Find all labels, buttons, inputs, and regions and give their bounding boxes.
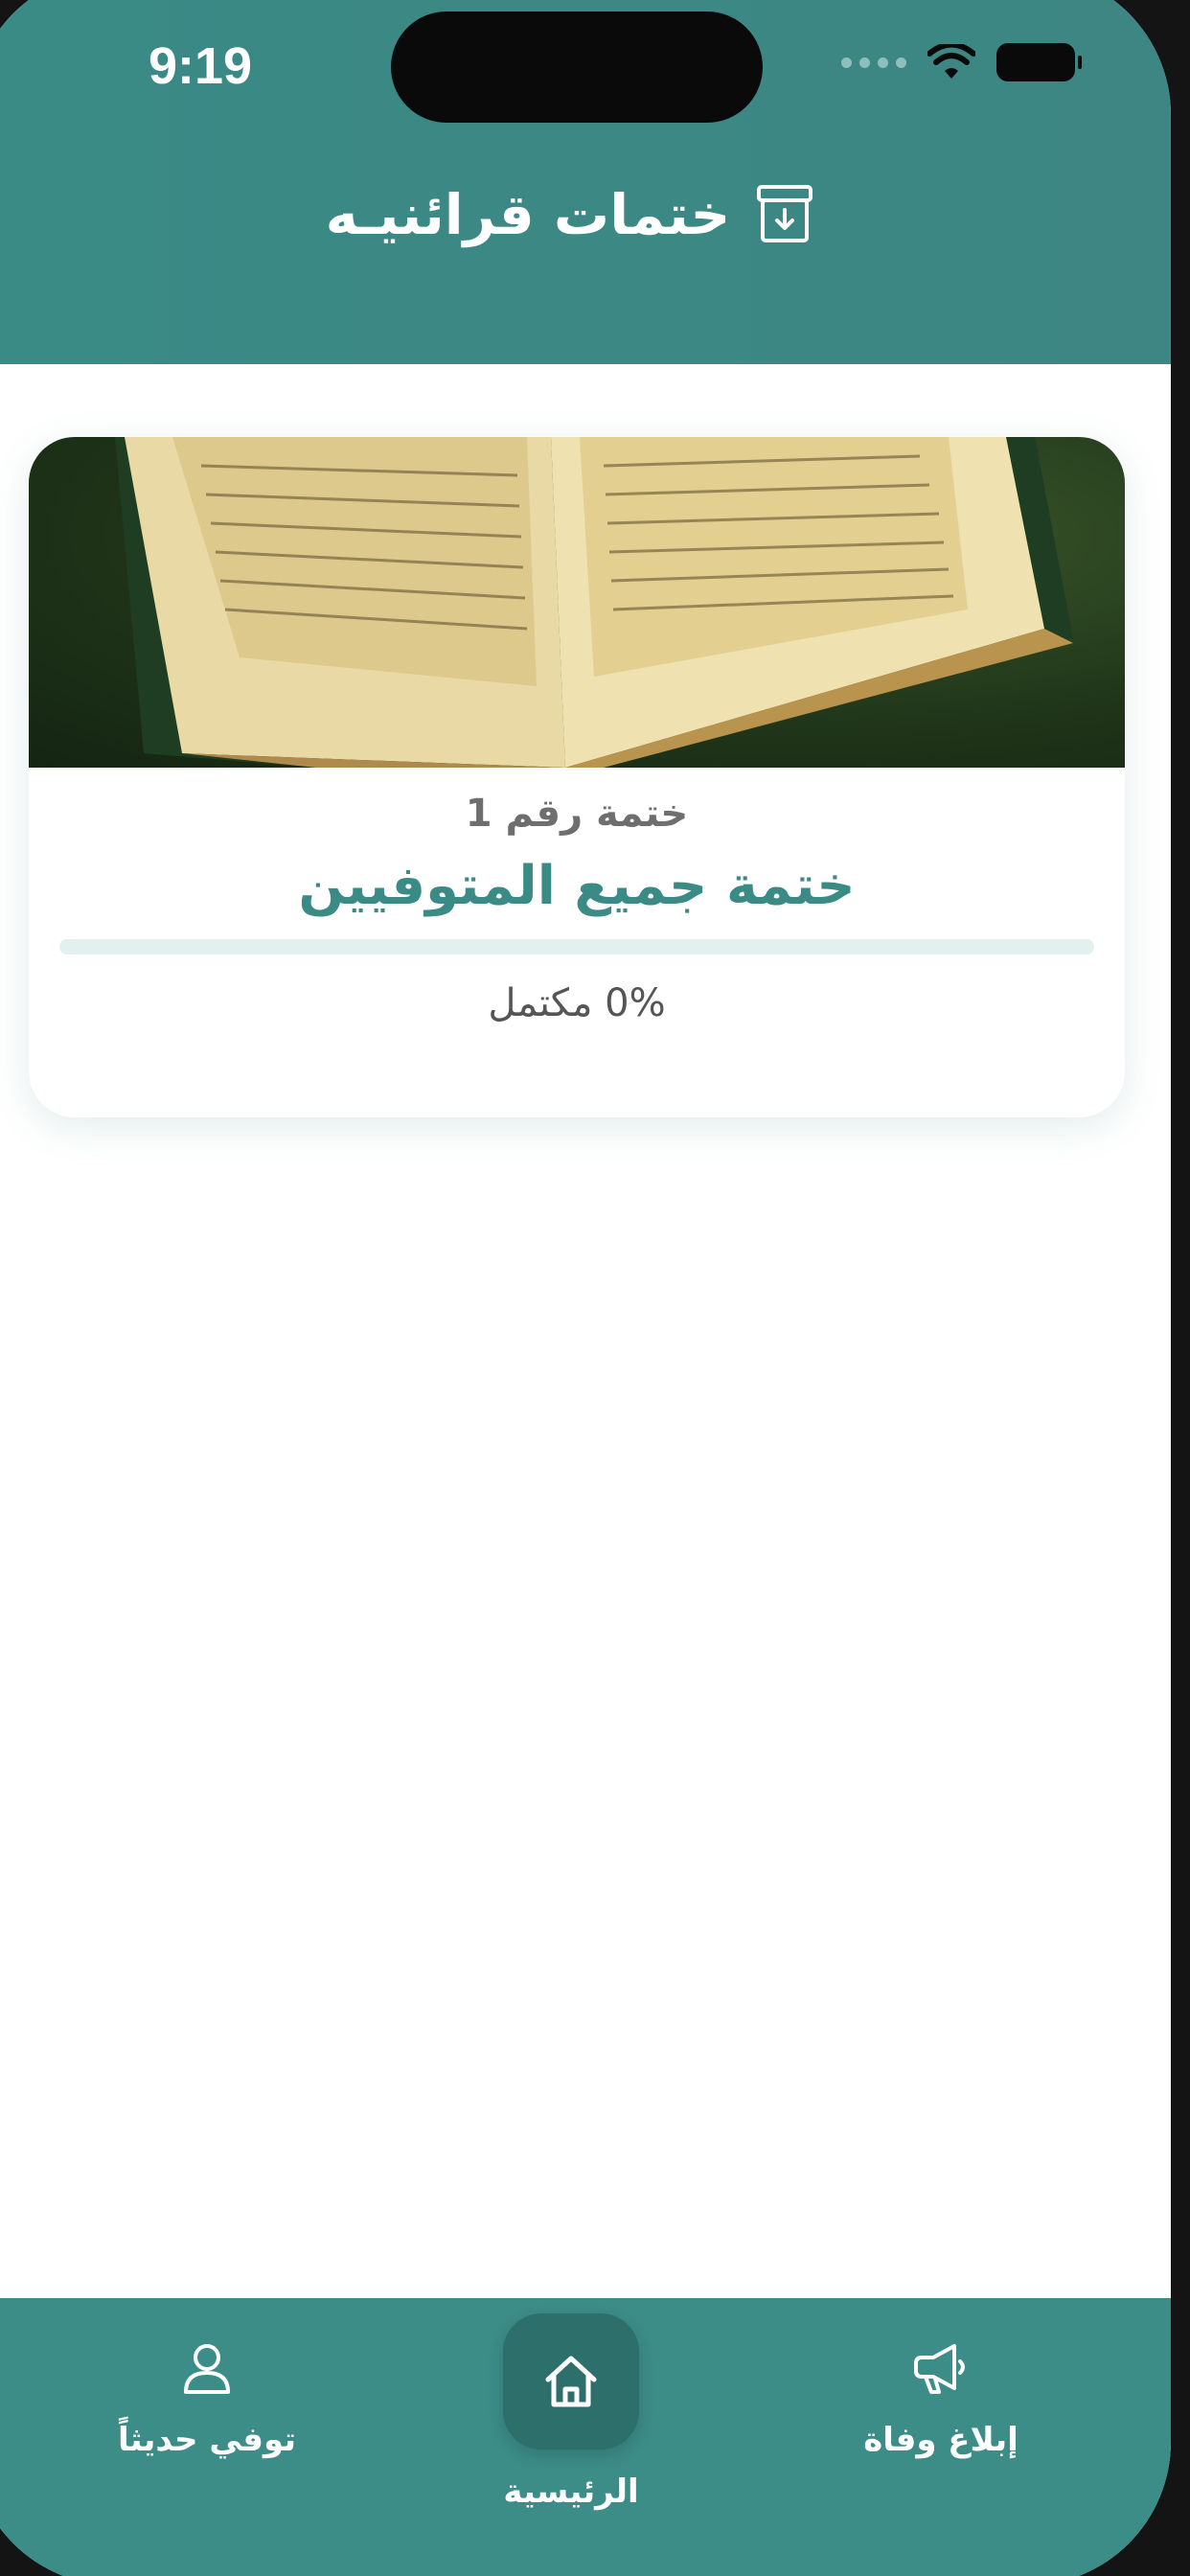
signal-icon xyxy=(841,57,906,68)
home-icon xyxy=(545,2356,597,2407)
home-button[interactable] xyxy=(503,2313,639,2450)
khatma-card[interactable]: ختمة رقم 1 ختمة جميع المتوفيين 0% مكتمل xyxy=(29,437,1125,1117)
nav-item-report-death[interactable]: إبلاغ وفاة xyxy=(797,2336,1085,2459)
progress-text: 0% مكتمل xyxy=(488,981,666,1025)
bottom-nav: توفي حديثاً الرئيسية إبلاغ وفاة xyxy=(0,2298,1171,2576)
nav-label: إبلاغ وفاة xyxy=(863,2421,1018,2459)
megaphone-icon xyxy=(914,2344,965,2394)
nav-label: الرئيسية xyxy=(503,2472,639,2511)
quran-book-image xyxy=(29,437,1125,768)
dynamic-island xyxy=(391,12,763,123)
device-frame: 9:19 ختمات قرائنيـه ختمة رقم 1 ختمة جميع… xyxy=(0,0,1190,2576)
nav-item-recently-deceased[interactable]: توفي حديثاً xyxy=(63,2336,351,2459)
app-header: 9:19 ختمات قرائنيـه xyxy=(0,0,1171,364)
nav-item-home[interactable]: الرئيسية xyxy=(427,2313,715,2511)
battery-icon xyxy=(996,43,1082,81)
page-title: ختمات قرائنيـه xyxy=(325,182,731,247)
app-screen: 9:19 ختمات قرائنيـه ختمة رقم 1 ختمة جميع… xyxy=(0,0,1171,2576)
khatma-number: ختمة رقم 1 xyxy=(465,792,689,836)
status-time: 9:19 xyxy=(149,37,253,95)
status-icons xyxy=(841,38,1082,86)
nav-label: توفي حديثاً xyxy=(117,2421,297,2459)
header-title-row: ختمات قرائنيـه xyxy=(0,182,1171,247)
archive-icon[interactable] xyxy=(753,183,816,246)
wifi-icon xyxy=(927,44,975,79)
progress-bar xyxy=(59,939,1094,954)
person-icon xyxy=(184,2344,230,2394)
khatma-title: ختمة جميع المتوفيين xyxy=(298,855,856,917)
